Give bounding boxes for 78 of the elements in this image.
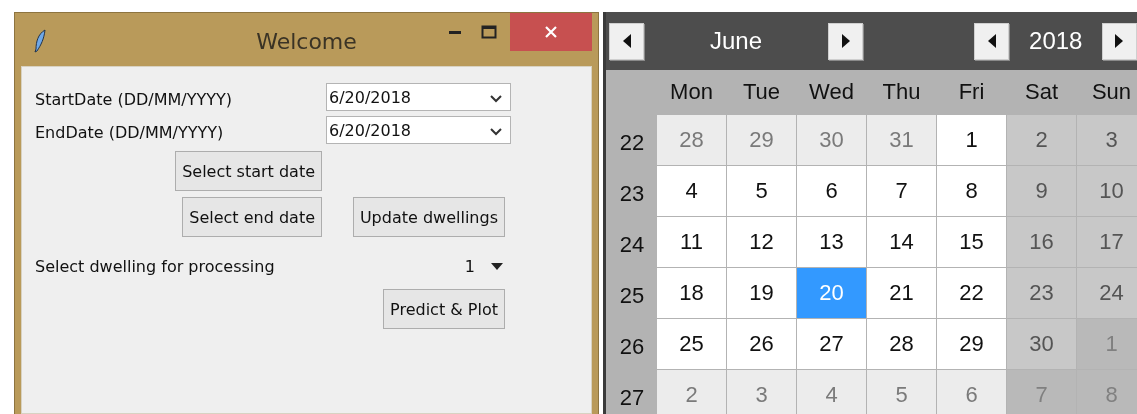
day-cell[interactable]: 9: [1007, 166, 1076, 216]
weekday-label: Tue: [741, 78, 782, 106]
day-cell[interactable]: 14: [867, 217, 936, 267]
day-cell[interactable]: 30: [797, 115, 866, 165]
weekday-label: Sat: [1024, 78, 1059, 106]
week-number: 23: [618, 180, 646, 208]
chevron-icon: [490, 95, 502, 103]
field-label: StartDate (DD/MM/YYYY): [35, 90, 234, 109]
day-cell[interactable]: 31: [867, 115, 936, 165]
day-cell[interactable]: 4: [797, 370, 866, 414]
day-cell[interactable]: 2: [657, 370, 726, 414]
day-cell[interactable]: 10: [1077, 166, 1137, 216]
day-cell[interactable]: 19: [727, 268, 796, 318]
next-button[interactable]: [1102, 22, 1137, 60]
dropdown-arrow-icon: [491, 262, 503, 270]
day-cell[interactable]: 25: [657, 319, 726, 369]
day-cell[interactable]: 16: [1007, 217, 1076, 267]
day-cell[interactable]: 29: [937, 319, 1006, 369]
weekday-label: Fri: [957, 78, 986, 106]
day-cell[interactable]: 23: [1007, 268, 1076, 318]
week-number: 24: [618, 231, 646, 259]
day-cell[interactable]: 7: [867, 166, 936, 216]
next-button[interactable]: [828, 22, 864, 60]
window-title: Welcome: [255, 29, 358, 54]
day-cell[interactable]: 5: [727, 166, 796, 216]
weekday-label: Mon: [669, 78, 714, 106]
previous-button[interactable]: [974, 22, 1010, 60]
dwelling-dropdown[interactable]: 1: [464, 253, 503, 279]
date-field[interactable]: 6/20/2018: [326, 116, 511, 144]
day-cell[interactable]: 28: [657, 115, 726, 165]
button[interactable]: Predict & Plot: [383, 289, 505, 329]
year-label: 2018: [1028, 27, 1084, 55]
day-cell[interactable]: 26: [727, 319, 796, 369]
day-cell[interactable]: 29: [727, 115, 796, 165]
day-cell[interactable]: 30: [1007, 319, 1076, 369]
week-number: 26: [618, 333, 646, 361]
left-arrow-icon: [987, 34, 996, 48]
feather-icon: [33, 29, 47, 53]
weekday-label: Wed: [808, 78, 855, 106]
day-cell[interactable]: 3: [727, 370, 796, 414]
field-label: EndDate (DD/MM/YYYY): [35, 123, 225, 142]
weekday-label: Sun: [1090, 78, 1133, 106]
day-cell[interactable]: 2: [1007, 115, 1076, 165]
day-cell[interactable]: 28: [867, 319, 936, 369]
day-cell[interactable]: 18: [657, 268, 726, 318]
day-cell[interactable]: 24: [1077, 268, 1137, 318]
button[interactable]: Select end date: [182, 197, 322, 237]
month-label: June: [709, 27, 764, 55]
week-number: 25: [618, 282, 646, 310]
right-arrow-icon: [841, 34, 850, 48]
left-arrow-icon: [622, 34, 631, 48]
day-cell[interactable]: 1: [937, 115, 1006, 165]
dropdown-label: Select dwelling for processing: [35, 256, 276, 276]
day-cell[interactable]: 8: [937, 166, 1006, 216]
chevron-icon: [490, 128, 502, 136]
right-arrow-icon: [1115, 34, 1124, 48]
day-cell[interactable]: 15: [937, 217, 1006, 267]
close-icon: [544, 25, 558, 39]
day-cell[interactable]: 27: [797, 319, 866, 369]
week-number: 27: [618, 384, 646, 412]
day-cell[interactable]: 6: [937, 370, 1006, 414]
day-cell[interactable]: 13: [797, 217, 866, 267]
day-cell[interactable]: 5: [867, 370, 936, 414]
day-cell[interactable]: 11: [657, 217, 726, 267]
day-cell[interactable]: 3: [1077, 115, 1137, 165]
day-cell[interactable]: 6: [797, 166, 866, 216]
day-cell[interactable]: 17: [1077, 217, 1137, 267]
date-field[interactable]: 6/20/2018: [326, 83, 511, 111]
day-cell[interactable]: 12: [727, 217, 796, 267]
day-cell[interactable]: 4: [657, 166, 726, 216]
maximize-icon: [481, 25, 497, 39]
weekday-label: Thu: [881, 78, 922, 106]
week-number: 22: [618, 129, 646, 157]
button[interactable]: Update dwellings: [352, 197, 505, 237]
day-cell[interactable]: 22: [937, 268, 1006, 318]
previous-button[interactable]: [609, 22, 644, 60]
day-cell[interactable]: 21: [867, 268, 936, 318]
button[interactable]: Select start date: [175, 151, 322, 191]
